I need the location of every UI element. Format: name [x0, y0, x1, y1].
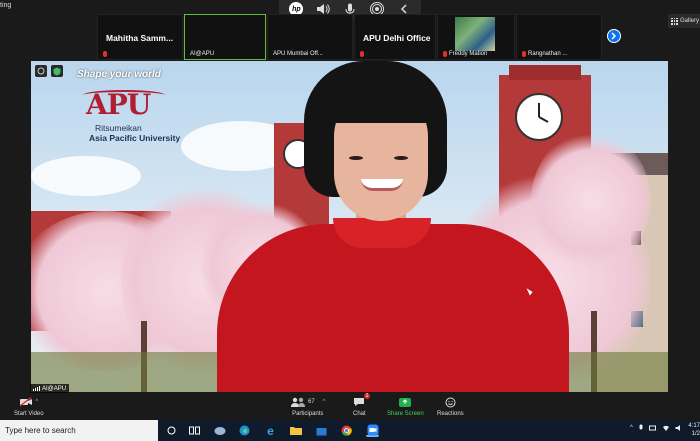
cortana-icon[interactable]: [165, 424, 178, 437]
cherry-blossom-tree: [531, 131, 651, 271]
thumbnail-name: APU Delhi Office: [363, 33, 431, 43]
thumbnail-tile[interactable]: Rangnathan ...: [516, 14, 602, 60]
active-speaker-name: AI@APU: [42, 385, 67, 392]
background-tagline: Shape your world: [77, 69, 161, 80]
taskbar-date: 1/2: [691, 431, 700, 437]
chevron-right-icon: [611, 32, 617, 40]
windows-taskbar: Type here to search e ^ 4:17 1/2: [0, 420, 700, 441]
volume-icon: [675, 425, 680, 431]
participant-thumbnail-strip: Mahitha Samm... AI@APU APU Mumbai Off...…: [97, 14, 607, 60]
thumbnail-name: Rangnathan ...: [528, 51, 568, 57]
clock-tower-roof: [509, 65, 581, 80]
speaker-eye: [349, 156, 363, 160]
video-off-icon: [19, 397, 33, 407]
meeting-controls-toolbar: ^ Start Video 67 ^ Participants 1 Chat S…: [0, 393, 700, 420]
chrome-icon[interactable]: [340, 424, 353, 437]
system-tray: ^: [630, 424, 683, 432]
muted-mic-icon: [522, 51, 526, 57]
muted-mic-icon: [443, 51, 447, 57]
clock-face: [515, 93, 563, 141]
thumbnail-name: Mahitha Samm...: [106, 33, 174, 43]
cloud: [31, 156, 141, 196]
grid-icon: [671, 17, 678, 25]
active-speaker-video[interactable]: Shape your world APU Ritsumeikan Asia Pa…: [31, 61, 668, 392]
thumbnail-name: AI@APU: [190, 51, 215, 57]
share-screen-button[interactable]: Share Screen: [387, 396, 424, 417]
thumbnail-tile[interactable]: AI@APU: [184, 14, 266, 60]
store-icon[interactable]: [315, 424, 328, 437]
share-screen-icon: [399, 397, 412, 407]
participants-button[interactable]: 67 ^ Participants: [290, 396, 326, 417]
edge-icon[interactable]: [238, 424, 251, 437]
security-shield-icon[interactable]: [51, 65, 63, 77]
zoom-app-icon[interactable]: [366, 424, 379, 437]
active-speaker-name-tag: AI@APU: [30, 384, 70, 393]
participant-count: 67: [308, 399, 315, 405]
thumbnail-mute-row: [103, 51, 107, 57]
thumbnail-tile[interactable]: Freddy Mation: [437, 14, 515, 60]
reactions-label: Reactions: [437, 411, 464, 417]
gallery-view-button[interactable]: Gallery: [668, 14, 700, 28]
battery-icon: [648, 425, 656, 431]
app-icon[interactable]: [213, 424, 226, 437]
window-title-fragment: ting: [0, 2, 12, 9]
reactions-button[interactable]: Reactions: [437, 396, 464, 417]
smiley-icon: [445, 397, 456, 407]
start-video-button[interactable]: ^ Start Video: [14, 396, 44, 417]
thumbnail-mute-row: Freddy Mation: [443, 51, 487, 57]
apu-logo: APU: [86, 88, 151, 121]
university-name: Ritsumeikan Asia Pacific University: [89, 123, 180, 143]
university-name-line2: Asia Pacific University: [89, 133, 181, 143]
thumbnail-mute-row: [360, 51, 364, 57]
speaker-sweater: [217, 224, 569, 392]
thumbnail-video-feed: [455, 17, 495, 51]
camera-settings-icon[interactable]: [35, 65, 47, 77]
participants-label: Participants: [292, 411, 324, 417]
share-screen-label: Share Screen: [387, 411, 424, 417]
taskbar-time: 4:17: [688, 423, 700, 429]
thumbnail-tile[interactable]: Mahitha Samm...: [97, 14, 183, 60]
wifi-icon: [662, 425, 669, 431]
task-view-icon[interactable]: [188, 424, 201, 437]
internet-explorer-icon[interactable]: e: [264, 424, 277, 438]
chevron-up-icon[interactable]: ^: [630, 425, 633, 431]
chat-button[interactable]: 1 Chat: [353, 393, 371, 417]
speaker-eye: [394, 156, 408, 160]
muted-mic-icon: [103, 51, 107, 57]
speaker-collar: [333, 218, 431, 248]
chat-unread-badge: 1: [363, 393, 371, 399]
signal-bars-icon: [33, 386, 40, 391]
next-page-button[interactable]: [607, 29, 621, 43]
caret-up-icon[interactable]: ^: [35, 399, 38, 405]
taskbar-search-input[interactable]: Type here to search: [0, 420, 158, 441]
start-video-label: Start Video: [14, 411, 44, 417]
thumbnail-mute-row: Rangnathan ...: [522, 51, 567, 57]
zoom-meeting-window: ting hp Mahitha Samm... AI@APU APU Mumba…: [0, 0, 700, 441]
muted-mic-icon: [360, 51, 364, 57]
participants-icon: [291, 397, 305, 407]
video-overlay-icons: [35, 65, 63, 77]
microphone-tray-icon: [639, 424, 643, 430]
chat-bubble-icon: [354, 398, 365, 406]
university-name-line1: Ritsumeikan: [95, 123, 142, 133]
caret-up-icon[interactable]: ^: [323, 399, 326, 405]
thumbnail-name: APU Mumbai Off...: [273, 51, 323, 57]
speaker-smile: [361, 179, 403, 191]
file-explorer-icon[interactable]: [289, 424, 302, 437]
thumbnail-name: Freddy Mation: [449, 51, 488, 57]
gallery-label: Gallery: [680, 18, 700, 24]
thumbnail-tile[interactable]: APU Delhi Office: [354, 14, 436, 60]
taskbar-clock[interactable]: 4:17 1/2: [684, 422, 700, 438]
chat-label: Chat: [353, 411, 366, 417]
thumbnail-tile[interactable]: APU Mumbai Off...: [267, 14, 353, 60]
